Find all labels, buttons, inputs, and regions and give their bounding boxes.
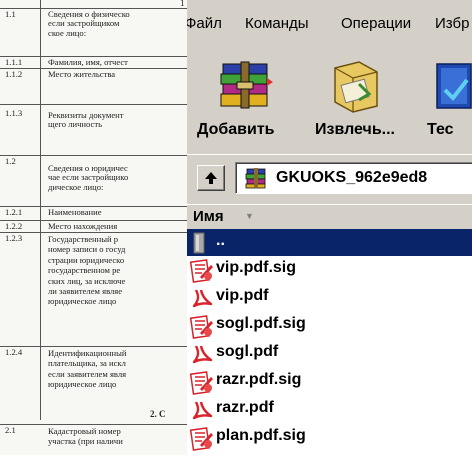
doc-row: 1.2 Сведения о юридичес чае если застрой… <box>0 155 188 206</box>
name-column-header[interactable]: Имя <box>193 208 224 225</box>
doc-row-text: Кадастровый номер участка (при наличи <box>48 426 123 447</box>
test-button[interactable]: Тес <box>423 44 472 154</box>
signed-pdf-icon <box>190 371 213 395</box>
doc-row: 1.1.2 Место жительства <box>0 68 188 107</box>
doc-row-text: Реквизиты документ щего личность <box>48 110 124 130</box>
toolbar: Добавить Извлечь... Тес <box>187 44 472 154</box>
list-item[interactable]: razr.pdf <box>187 396 472 423</box>
sort-down-icon: ▼ <box>245 211 254 221</box>
doc-row: 1.2.4 Идентификационный плательщика, за … <box>0 346 188 405</box>
menu-favorites[interactable]: Избр <box>435 15 469 32</box>
doc-row-text: Государственный р номер записи о госуд с… <box>48 234 126 307</box>
test-button-label: Тес <box>427 121 454 138</box>
list-item[interactable]: razr.pdf.sig <box>187 368 472 395</box>
extract-button[interactable]: Извлечь... <box>309 44 413 154</box>
doc-row-text: Идентификационный плательщика, за искл е… <box>48 348 127 390</box>
extract-button-label: Извлечь... <box>315 121 395 138</box>
doc-row-text: Место жительства <box>48 69 116 79</box>
doc-row: 1.2.3 Государственный р номер записи о г… <box>0 232 188 345</box>
file-list: .. vip.pdf.sig vip.pdf sogl.pdf.sig sogl… <box>187 229 472 455</box>
list-item[interactable]: sogl.pdf <box>187 340 472 367</box>
column-header: Имя ▼ <box>187 204 472 230</box>
file-name: razr.pdf.sig <box>216 371 302 388</box>
file-name: sogl.pdf.sig <box>216 315 306 332</box>
file-name: vip.pdf.sig <box>216 259 296 276</box>
pdf-file-icon <box>192 289 213 308</box>
doc-row-number: 1.2.1 <box>5 207 23 217</box>
address-bar: GKUOKS_962e9ed8 <box>187 154 472 201</box>
menu-commands[interactable]: Команды <box>245 15 309 32</box>
doc-row-text: Наименование <box>48 207 102 217</box>
doc-row-number: 2.1 <box>5 425 16 435</box>
file-name: razr.pdf <box>216 399 274 416</box>
archive-icon <box>245 168 266 189</box>
file-name: .. <box>216 232 225 249</box>
scanned-document: 1 1.1 Сведения о физическо если застройщ… <box>0 0 188 455</box>
extract-folder-icon <box>334 61 378 113</box>
doc-row-text: Место нахождения <box>48 221 118 231</box>
doc-row: 1.1.3 Реквизиты документ щего личность <box>0 104 188 157</box>
doc-row-text: Фамилия, имя, отчест <box>48 57 128 67</box>
doc-row-number: 1.1.2 <box>5 69 23 79</box>
doc-row-number: 1.1.3 <box>5 108 23 118</box>
list-item[interactable]: vip.pdf.sig <box>187 256 472 283</box>
doc-row-text: Сведения о юридичес чае если застройщико… <box>48 163 129 192</box>
list-item[interactable]: sogl.pdf.sig <box>187 312 472 339</box>
section-heading: 2. С <box>150 409 166 419</box>
signed-pdf-icon <box>190 427 213 451</box>
doc-row: 1.2.1 Наименование <box>0 206 188 221</box>
arrow-up-icon <box>205 172 217 184</box>
path-field[interactable]: GKUOKS_962e9ed8 <box>235 162 472 194</box>
parent-folder-icon <box>193 232 205 254</box>
test-archive-icon <box>436 63 472 109</box>
doc-row: 2.1 Кадастровый номер участка (при налич… <box>0 424 188 455</box>
add-button-label: Добавить <box>197 121 275 138</box>
doc-row-number: 1.2 <box>5 156 16 166</box>
menu-file[interactable]: Файл <box>187 15 222 32</box>
doc-row-number: 1.1 <box>5 9 16 19</box>
pdf-file-icon <box>192 345 213 364</box>
file-name: sogl.pdf <box>216 343 279 360</box>
doc-row-number: 1.2.2 <box>5 221 23 231</box>
doc-row-text: Сведения о физическо если застройщиком с… <box>48 9 130 38</box>
file-name: plan.pdf.sig <box>216 427 306 444</box>
signed-pdf-icon <box>190 259 213 283</box>
menu-bar: Файл Команды Операции Избр <box>187 0 472 44</box>
list-item[interactable]: vip.pdf <box>187 284 472 311</box>
file-name: vip.pdf <box>216 287 269 304</box>
add-button[interactable]: Добавить <box>197 44 301 154</box>
list-item-parent[interactable]: .. <box>187 229 472 256</box>
document-top-fragment: 1 <box>180 0 185 8</box>
doc-row-number: 1.2.4 <box>5 347 23 357</box>
up-folder-button[interactable] <box>197 165 225 191</box>
signed-pdf-icon <box>190 315 213 339</box>
list-item[interactable]: plan.pdf.sig <box>187 424 472 451</box>
archive-books-icon <box>220 61 273 109</box>
archive-window: Файл Команды Операции Избр Добавить Извл… <box>187 0 472 455</box>
menu-operations[interactable]: Операции <box>341 15 411 32</box>
pdf-file-icon <box>192 401 213 420</box>
archive-path: GKUOKS_962e9ed8 <box>276 169 428 186</box>
doc-row-number: 1.1.1 <box>5 57 23 67</box>
doc-row-number: 1.2.3 <box>5 233 23 243</box>
